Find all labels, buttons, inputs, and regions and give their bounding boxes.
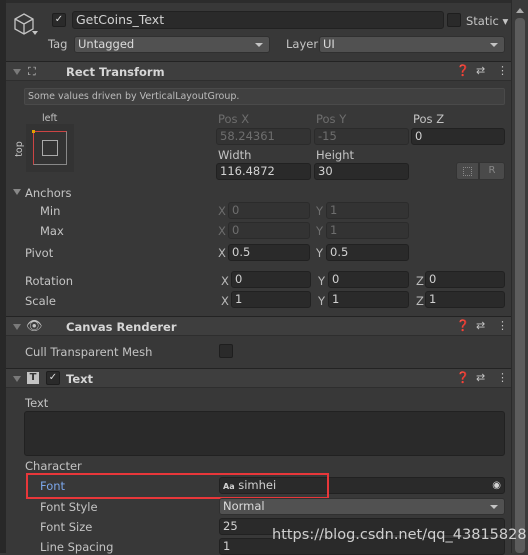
- font-style-label: Font Style: [40, 500, 98, 514]
- anchors-label[interactable]: Anchors: [25, 186, 72, 200]
- text-component-title: Text: [66, 372, 94, 386]
- pivot-y-axis[interactable]: Y: [316, 246, 323, 260]
- more-menu-icon[interactable]: ⋮: [497, 371, 508, 384]
- height-label: Height: [316, 148, 355, 162]
- driven-info-box: Some values driven by VerticalLayoutGrou…: [24, 88, 505, 105]
- width-label: Width: [218, 148, 252, 162]
- more-menu-icon[interactable]: ⋮: [497, 319, 508, 332]
- rotation-y-field[interactable]: 0: [328, 271, 409, 288]
- presets-icon[interactable]: ⇄: [476, 371, 485, 384]
- text-enabled-checkbox[interactable]: ✓: [46, 371, 60, 385]
- anchor-max-y-field: 1: [326, 222, 409, 239]
- anchor-vertical-label: top: [13, 141, 25, 157]
- static-label: Static: [466, 14, 499, 28]
- rect-transform-title: Rect Transform: [66, 65, 165, 79]
- scroll-up-arrow-icon[interactable]: [516, 8, 524, 13]
- scale-z-axis[interactable]: Z: [416, 294, 424, 308]
- foldout-arrow-icon[interactable]: [13, 376, 21, 382]
- anchor-min-y-field: 1: [326, 202, 409, 219]
- help-icon[interactable]: ❓: [456, 371, 470, 384]
- rotation-z-field[interactable]: 0: [425, 271, 505, 288]
- min-y-axis: Y: [316, 204, 324, 218]
- pos-y-label: Pos Y: [316, 112, 347, 126]
- line-spacing-label: Line Spacing: [40, 540, 114, 554]
- font-size-label: Font Size: [40, 520, 93, 534]
- layer-label: Layer: [286, 37, 319, 51]
- scale-label: Scale: [25, 294, 56, 308]
- top-tab-strip: [6, 0, 511, 3]
- help-icon[interactable]: ❓: [456, 64, 470, 77]
- rotation-label: Rotation: [25, 274, 74, 288]
- icon-dropdown-arrow-icon[interactable]: [32, 31, 38, 35]
- pivot-x-field[interactable]: 0.5: [228, 244, 310, 261]
- more-menu-icon[interactable]: ⋮: [497, 64, 508, 77]
- pos-z-field[interactable]: 0: [411, 128, 505, 145]
- left-edge: [0, 0, 6, 553]
- max-y-axis: Y: [316, 224, 324, 238]
- foldout-arrow-icon[interactable]: [13, 324, 21, 330]
- rect-transform-header[interactable]: ⛶ Rect Transform ❓ ⇄ ⋮: [6, 61, 511, 81]
- eye-icon: 👁: [26, 319, 43, 334]
- name-field[interactable]: GetCoins_Text: [72, 11, 444, 29]
- scale-x-axis[interactable]: X: [221, 294, 229, 308]
- help-icon[interactable]: ❓: [456, 319, 470, 332]
- rot-z-axis[interactable]: Z: [416, 274, 424, 288]
- font-style-dropdown[interactable]: Normal: [219, 498, 505, 515]
- max-label: Max: [40, 224, 64, 238]
- raw-edit-button[interactable]: R: [479, 162, 505, 180]
- presets-icon[interactable]: ⇄: [476, 64, 485, 77]
- presets-icon[interactable]: ⇄: [476, 319, 485, 332]
- scale-z-field[interactable]: 1: [425, 291, 505, 308]
- blueprint-mode-button[interactable]: [456, 162, 479, 180]
- cull-transparent-mesh-checkbox[interactable]: [219, 344, 233, 358]
- scrollbar-thumb[interactable]: [515, 18, 525, 553]
- rot-x-axis[interactable]: X: [221, 274, 229, 288]
- width-field[interactable]: 116.4872: [216, 163, 311, 180]
- height-field[interactable]: 30: [314, 163, 409, 180]
- foldout-arrow-icon[interactable]: [13, 69, 21, 75]
- cull-transparent-mesh-label: Cull Transparent Mesh: [25, 345, 153, 359]
- rect-transform-icon: ⛶: [28, 65, 36, 78]
- pos-x-label: Pos X: [218, 112, 250, 126]
- tag-label: Tag: [48, 37, 68, 51]
- anchor-max-x-field: 0: [228, 222, 310, 239]
- pivot-x-axis[interactable]: X: [218, 246, 226, 260]
- text-area[interactable]: [24, 411, 505, 456]
- scale-y-axis[interactable]: Y: [318, 294, 325, 308]
- static-checkbox[interactable]: [447, 13, 461, 27]
- pos-z-label: Pos Z: [413, 112, 445, 126]
- anchor-horizontal-label: left: [42, 113, 58, 124]
- highlight-box: [26, 473, 329, 499]
- pivot-label: Pivot: [25, 246, 54, 260]
- canvas-renderer-title: Canvas Renderer: [66, 320, 177, 334]
- min-x-axis: X: [218, 204, 226, 218]
- text-label: Text: [25, 396, 49, 410]
- pos-x-field: 58.24361: [216, 128, 311, 145]
- text-component-header[interactable]: T ✓ Text ❓ ⇄ ⋮: [6, 368, 511, 388]
- pos-y-field: -15: [314, 128, 409, 145]
- max-x-axis: X: [218, 224, 226, 238]
- rot-y-axis[interactable]: Y: [318, 274, 325, 288]
- static-dropdown[interactable]: Static ▾: [466, 14, 508, 28]
- scale-y-field[interactable]: 1: [328, 291, 409, 308]
- character-label: Character: [25, 459, 82, 473]
- watermark: https://blog.csdn.net/qq_43815828: [272, 527, 527, 543]
- text-component-icon: T: [27, 372, 39, 384]
- tag-dropdown[interactable]: Untagged: [74, 36, 270, 53]
- canvas-renderer-header[interactable]: 👁 Canvas Renderer ❓ ⇄ ⋮: [6, 316, 511, 336]
- min-label: Min: [40, 204, 61, 218]
- pivot-y-field[interactable]: 0.5: [326, 244, 409, 261]
- rotation-x-field[interactable]: 0: [231, 271, 311, 288]
- scale-x-field[interactable]: 1: [231, 291, 311, 308]
- blueprint-icon: [463, 167, 472, 176]
- scrollbar[interactable]: [511, 0, 528, 553]
- layer-dropdown[interactable]: UI: [319, 36, 505, 53]
- object-picker-icon[interactable]: ◉: [492, 478, 501, 493]
- anchors-foldout-arrow-icon[interactable]: [13, 189, 21, 195]
- anchor-presets-button[interactable]: [26, 124, 74, 172]
- anchor-min-x-field: 0: [228, 202, 310, 219]
- active-checkbox[interactable]: ✓: [52, 13, 66, 27]
